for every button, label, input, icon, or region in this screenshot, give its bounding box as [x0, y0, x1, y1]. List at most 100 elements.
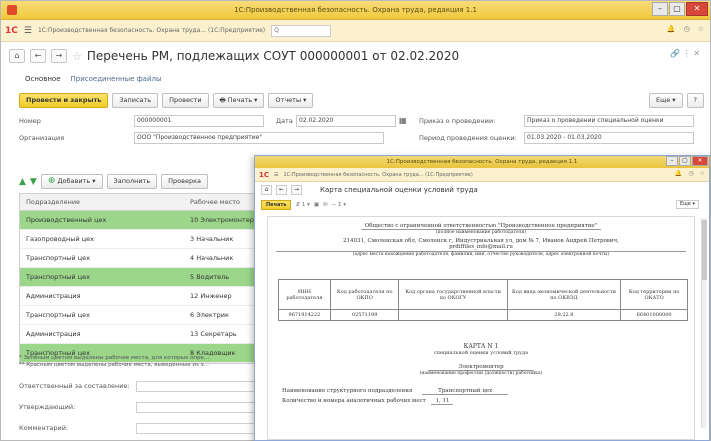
- forward-button[interactable]: →: [51, 49, 67, 63]
- add-button[interactable]: ⊕ Добавить ▾: [40, 174, 103, 189]
- popup-more-button[interactable]: Еще ▾: [675, 200, 699, 209]
- favorites-icon[interactable]: ☆: [698, 25, 704, 33]
- row-number-date: Номер 000000001 Дата 02.02.2020 ▦ Приказ…: [1, 112, 710, 129]
- table-row[interactable]: Транспортный цех 6 Электрик: [20, 306, 260, 325]
- order-field[interactable]: Приказ о проведении специальной оценки: [524, 114, 694, 127]
- tab-attached-files[interactable]: Присоединенные файлы: [71, 75, 162, 83]
- table-toolbar: ▲ ▼ ⊕ Добавить ▾ Заполнить Проверка: [19, 174, 209, 189]
- report-window: 1С:Производственная безопасность. Охрана…: [254, 155, 710, 441]
- codes-header-cell: ИНН работодателя: [278, 279, 331, 310]
- count-value: 1, 11: [431, 398, 454, 405]
- workplace-cell: 6 Электрик: [190, 311, 229, 319]
- popup-more-label: Еще: [679, 201, 691, 207]
- move-down-icon[interactable]: ▼: [30, 177, 37, 187]
- responsible-field[interactable]: [136, 381, 261, 392]
- popup-favorites-icon[interactable]: ☆: [700, 170, 705, 177]
- popup-menu-icon[interactable]: ☰: [274, 172, 278, 178]
- report-address-sub: (адрес места нахождения работодателя, фа…: [276, 251, 686, 257]
- popup-print-button[interactable]: Печать: [261, 200, 292, 210]
- date-field[interactable]: 02.02.2020: [296, 114, 396, 127]
- link-icon[interactable]: 🔗 ⋮ ✕: [670, 49, 700, 58]
- table-row[interactable]: Газопроводный цех 3 Начальник: [20, 230, 260, 249]
- comment-field[interactable]: [136, 423, 261, 434]
- table-row[interactable]: Производственный цех 10 Электромонтер: [20, 211, 260, 230]
- popup-1c-logo[interactable]: 1С: [259, 171, 269, 179]
- maximize-button[interactable]: ▢: [669, 2, 685, 16]
- menu-icon[interactable]: ☰: [24, 26, 32, 36]
- calendar-icon[interactable]: ▦: [399, 116, 407, 125]
- move-up-icon[interactable]: ▲: [19, 177, 26, 187]
- toolbar: Провести и закрыть Записать Провести 🖶 П…: [1, 88, 710, 112]
- tabs: Основное Присоединенные файлы: [1, 70, 710, 88]
- organization-field[interactable]: ООО "Производственное предприятие": [134, 131, 384, 144]
- popup-page-title: Карта специальной оценки условий труда: [320, 186, 478, 194]
- profession-line: Электромонтер: [268, 364, 694, 371]
- check-button[interactable]: Проверка: [161, 174, 209, 189]
- fill-button[interactable]: Заполнить: [106, 174, 158, 189]
- popup-home-icon[interactable]: ⌂: [261, 185, 272, 195]
- mail-icon[interactable]: ✉: [323, 202, 328, 208]
- codes-value-cell: [398, 309, 508, 321]
- column-header-department[interactable]: Подразделение: [20, 198, 190, 206]
- card-subtitle: специальной оценки условий труда: [433, 350, 529, 356]
- save-icon[interactable]: ▣: [314, 202, 319, 208]
- history-icon[interactable]: ◷: [684, 25, 690, 33]
- scrollbar-thumb[interactable]: [702, 220, 707, 280]
- popup-close-button[interactable]: ✕: [692, 156, 708, 166]
- workplaces-table: Подразделение Рабочее место Производстве…: [19, 193, 261, 364]
- popup-history-icon[interactable]: ◷: [688, 170, 693, 177]
- menu-app-name: 1С:Производственная безопасность. Охрана…: [37, 27, 266, 34]
- copies-stepper[interactable]: ⇵ 1 ▾: [295, 202, 309, 208]
- post-and-close-button[interactable]: Провести и закрыть: [19, 92, 109, 108]
- column-header-workplace[interactable]: Рабочее место: [190, 198, 240, 206]
- help-button[interactable]: ?: [686, 93, 704, 108]
- zoom-buttons[interactable]: − Σ ▾: [332, 202, 346, 208]
- comment-label: Комментарий:: [19, 424, 69, 432]
- reports-button[interactable]: Отчеты ▾: [268, 92, 314, 108]
- table-body: Производственный цех 10 Электромонтер Газо…: [20, 211, 260, 363]
- table-row[interactable]: Транспортный цех 4 Начальник: [20, 249, 260, 268]
- codes-table-value-row: 9671914222 02571199 28.22.8 66401000000: [278, 309, 688, 321]
- report-scrollbar[interactable]: [701, 218, 707, 428]
- profession-value: Электромонтер: [428, 364, 534, 371]
- popup-minimize-button[interactable]: –: [666, 156, 678, 166]
- more-label: Еще: [655, 96, 671, 104]
- 1c-logo[interactable]: 1С: [5, 26, 18, 36]
- popup-bell-icon[interactable]: 🔔: [675, 170, 682, 177]
- department-cell: Администрация: [26, 292, 81, 300]
- workplace-cell: 5 Водитель: [190, 273, 230, 281]
- responsible-label: Ответственный за составление:: [19, 382, 130, 390]
- favorite-star-icon[interactable]: ☆: [72, 50, 82, 63]
- bell-icon[interactable]: 🔔: [667, 25, 676, 33]
- popup-back-button[interactable]: ←: [276, 185, 287, 195]
- period-field[interactable]: 01.03.2020 - 01.03.2020: [524, 131, 694, 144]
- popup-menu-app-name: 1С:Производственная безопасность. Охрана…: [283, 171, 473, 178]
- popup-window-controls: – ▢ ✕: [666, 156, 708, 166]
- codes-table: ИНН работодателя Код работодателя по ОКП…: [278, 279, 688, 321]
- table-row[interactable]: Администрация 12 Инженер: [20, 287, 260, 306]
- minimize-button[interactable]: –: [652, 2, 668, 16]
- table-row[interactable]: Администрация 13 Секретарь: [20, 325, 260, 344]
- write-button[interactable]: Записать: [112, 92, 159, 108]
- more-button[interactable]: Еще ▾: [648, 93, 683, 108]
- search-input[interactable]: Q: [271, 24, 332, 37]
- tab-main[interactable]: Основное: [25, 75, 61, 83]
- page-title: Перечень РМ, подлежащих СОУТ 000000001 о…: [86, 49, 460, 63]
- table-row[interactable]: Транспортный цех 5 Водитель: [20, 268, 260, 287]
- print-button[interactable]: 🖶 Печать ▾: [212, 92, 265, 108]
- popup-menu-right-icons: 🔔 ◷ ☆: [675, 170, 705, 177]
- department-cell: Производственный цех: [26, 216, 107, 224]
- back-button[interactable]: ←: [30, 49, 46, 63]
- popup-maximize-button[interactable]: ▢: [679, 156, 691, 166]
- approver-field[interactable]: [136, 402, 261, 413]
- home-icon[interactable]: ⌂: [9, 49, 25, 63]
- row-organization: Организация ООО "Производственное предпр…: [1, 129, 710, 146]
- number-field[interactable]: 000000001: [134, 114, 264, 127]
- codes-header-cell: Код работодателя по ОКПО: [329, 279, 400, 310]
- popup-forward-button[interactable]: →: [291, 185, 302, 195]
- close-button[interactable]: ✕: [686, 2, 708, 16]
- post-button[interactable]: Провести: [162, 92, 209, 108]
- codes-value-cell: 66401000000: [620, 309, 688, 321]
- codes-header-cell: Код территории по ОКАТО: [620, 279, 688, 310]
- footnote-green: * Зелёным цветом выделены рабочие места,…: [19, 355, 210, 361]
